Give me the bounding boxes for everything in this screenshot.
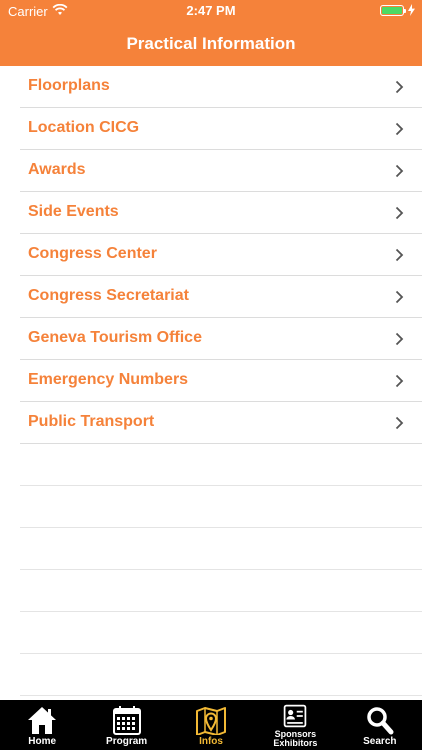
chevron-right-icon <box>395 290 404 304</box>
chevron-right-icon <box>395 80 404 94</box>
list-item-geneva-tourism-office[interactable]: Geneva Tourism Office <box>20 318 422 360</box>
home-icon <box>28 707 57 734</box>
tab-program[interactable]: Program <box>84 700 168 750</box>
chevron-right-icon <box>395 332 404 346</box>
map-pin-icon <box>196 707 227 735</box>
search-icon <box>367 707 394 735</box>
chevron-right-icon <box>395 164 404 178</box>
tab-label: Infos <box>199 736 223 747</box>
empty-row-separator <box>20 444 422 486</box>
list-item-label: Floorplans <box>28 77 110 94</box>
battery-icon <box>380 5 406 16</box>
chevron-right-icon <box>395 122 404 136</box>
navigation-header: Carrier 2:47 PM Practical Information <box>0 0 422 66</box>
tab-search[interactable]: Search <box>338 700 422 750</box>
empty-row-separator <box>20 528 422 570</box>
list-item-congress-secretariat[interactable]: Congress Secretariat <box>20 276 422 318</box>
empty-row-separator <box>20 486 422 528</box>
calendar-icon <box>112 706 141 735</box>
list-item-label: Congress Center <box>28 245 157 262</box>
charging-bolt-icon <box>408 4 415 16</box>
empty-row-separator <box>20 654 422 696</box>
id-badge-icon <box>284 704 307 728</box>
list-item-congress-center[interactable]: Congress Center <box>20 234 422 276</box>
empty-row-separator <box>20 570 422 612</box>
list-item-location-cicg[interactable]: Location CICG <box>20 108 422 150</box>
tab-label: Program <box>106 736 148 747</box>
tab-label-line: Exhibitors <box>273 738 318 748</box>
chevron-right-icon <box>395 416 404 430</box>
list-item-public-transport[interactable]: Public Transport <box>20 402 422 444</box>
info-list: Floorplans Location CICG Awards Side Eve… <box>0 66 422 696</box>
page-title: Practical Information <box>126 34 296 53</box>
chevron-right-icon <box>395 248 404 262</box>
list-item-awards[interactable]: Awards <box>20 150 422 192</box>
list-item-label: Congress Secretariat <box>28 287 189 304</box>
list-item-floorplans[interactable]: Floorplans <box>20 66 422 108</box>
chevron-right-icon <box>395 206 404 220</box>
list-item-side-events[interactable]: Side Events <box>20 192 422 234</box>
status-bar: Carrier 2:47 PM <box>0 0 422 22</box>
status-time: 2:47 PM <box>186 3 236 18</box>
tab-label: Search <box>363 736 397 747</box>
list-item-emergency-numbers[interactable]: Emergency Numbers <box>20 360 422 402</box>
tab-infos[interactable]: Infos <box>169 700 253 750</box>
tab-bar: Home Program Infos Sponsors Exhibitors S… <box>0 700 422 750</box>
tab-label: Sponsors Exhibitors <box>253 730 337 748</box>
tab-home[interactable]: Home <box>0 700 84 750</box>
list-item-label: Location CICG <box>28 119 140 136</box>
empty-row-separator <box>20 612 422 654</box>
list-item-label: Geneva Tourism Office <box>28 329 202 346</box>
chevron-right-icon <box>395 374 404 388</box>
list-item-label: Awards <box>28 161 86 178</box>
tab-label: Home <box>28 736 57 747</box>
list-item-label: Public Transport <box>28 413 155 430</box>
list-item-label: Side Events <box>28 203 119 220</box>
list-item-label: Emergency Numbers <box>28 371 189 388</box>
tab-sponsors-exhibitors[interactable]: Sponsors Exhibitors <box>253 700 337 750</box>
